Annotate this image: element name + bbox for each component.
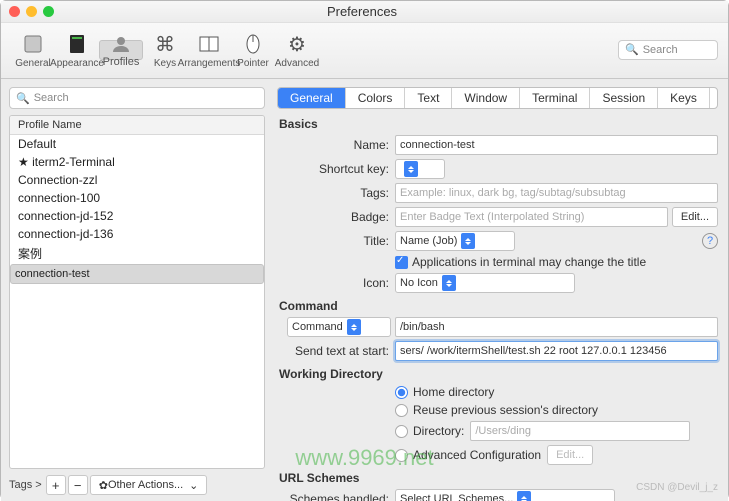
- basics-heading: Basics: [279, 117, 718, 131]
- profile-search[interactable]: 🔍Search: [9, 87, 265, 109]
- toolbar-search[interactable]: 🔍Search: [618, 40, 718, 60]
- minimize-icon[interactable]: [26, 6, 37, 17]
- toolbar-general[interactable]: General: [11, 25, 55, 75]
- wd-advanced-label: Advanced Configuration: [413, 448, 541, 462]
- icon-label: Icon:: [277, 276, 395, 290]
- chevron-updown-icon: [442, 275, 456, 291]
- badge-input[interactable]: Enter Badge Text (Interpolated String): [395, 207, 668, 227]
- tags-input[interactable]: Example: linux, dark bg, tag/subtag/subs…: [395, 183, 718, 203]
- wd-reuse-label: Reuse previous session's directory: [413, 403, 598, 417]
- window-title: Preferences: [54, 4, 670, 19]
- appearance-icon: [63, 30, 91, 58]
- other-actions-button[interactable]: ✿ Other Actions...⌄: [90, 475, 208, 495]
- add-profile-button[interactable]: +: [46, 475, 66, 495]
- keys-icon: ⌘: [151, 30, 179, 58]
- window-controls[interactable]: [9, 6, 54, 17]
- profile-row[interactable]: connection-100: [10, 189, 264, 207]
- toolbar-advanced[interactable]: ⚙Advanced: [275, 25, 319, 75]
- command-heading: Command: [279, 299, 718, 313]
- schemes-select[interactable]: Select URL Schemes...: [395, 489, 615, 501]
- titlebar: Preferences: [1, 1, 728, 23]
- toolbar-profiles[interactable]: Profiles: [99, 40, 143, 60]
- gear-icon: ⚙: [283, 30, 311, 58]
- tab-terminal[interactable]: Terminal: [520, 88, 590, 108]
- toolbar: General Appearance Profiles ⌘Keys Arrang…: [1, 23, 728, 79]
- sidebar: 🔍Search Profile Name Default ★ iterm2-Te…: [1, 79, 273, 501]
- shortcut-label: Shortcut key:: [277, 162, 395, 176]
- wd-home-label: Home directory: [413, 385, 494, 399]
- profile-row[interactable]: 案例: [10, 243, 264, 264]
- pointer-icon: [239, 30, 267, 58]
- badge-edit-button[interactable]: Edit...: [672, 207, 718, 227]
- tab-general[interactable]: General: [278, 88, 346, 108]
- wd-home-radio[interactable]: [395, 386, 408, 399]
- apps-change-title-checkbox[interactable]: [395, 256, 408, 269]
- wd-reuse-radio[interactable]: [395, 404, 408, 417]
- tab-text[interactable]: Text: [405, 88, 452, 108]
- arrangements-icon: [195, 30, 223, 58]
- icon-select[interactable]: No Icon: [395, 273, 575, 293]
- profile-list-header: Profile Name: [10, 116, 264, 135]
- tab-colors[interactable]: Colors: [346, 88, 406, 108]
- badge-label: Badge:: [277, 210, 395, 224]
- tab-keys[interactable]: Keys: [658, 88, 710, 108]
- profile-row[interactable]: ★ iterm2-Terminal: [10, 153, 264, 171]
- wd-heading: Working Directory: [279, 367, 718, 381]
- toolbar-appearance[interactable]: Appearance: [55, 25, 99, 75]
- general-icon: [19, 30, 47, 58]
- shortcut-select[interactable]: [395, 159, 445, 179]
- profile-row[interactable]: connection-jd-136: [10, 225, 264, 243]
- apps-change-title-label: Applications in terminal may change the …: [412, 255, 646, 269]
- wd-directory-radio[interactable]: [395, 425, 408, 438]
- close-icon[interactable]: [9, 6, 20, 17]
- name-input[interactable]: connection-test: [395, 135, 718, 155]
- send-text-input[interactable]: sers/ /work/itermShell/test.sh 22 root 1…: [395, 341, 718, 361]
- chevron-updown-icon: [404, 161, 418, 177]
- tab-advanced[interactable]: Advanced: [710, 88, 718, 108]
- profile-row[interactable]: Connection-zzl: [10, 171, 264, 189]
- tags-label: Tags:: [277, 186, 395, 200]
- chevron-down-icon: ⌄: [189, 479, 198, 492]
- command-type-select[interactable]: Command: [287, 317, 391, 337]
- toolbar-pointer[interactable]: Pointer: [231, 25, 275, 75]
- toolbar-arrangements[interactable]: Arrangements: [187, 25, 231, 75]
- profile-list-body[interactable]: Default ★ iterm2-Terminal Connection-zzl…: [10, 135, 264, 468]
- detail-panel: General Colors Text Window Terminal Sess…: [273, 79, 728, 501]
- title-label: Title:: [277, 234, 395, 248]
- wd-advanced-radio[interactable]: [395, 449, 408, 462]
- command-input[interactable]: /bin/bash: [395, 317, 718, 337]
- zoom-icon[interactable]: [43, 6, 54, 17]
- profile-row[interactable]: connection-test: [10, 264, 264, 284]
- wd-directory-input[interactable]: /Users/ding: [470, 421, 690, 441]
- search-icon: 🔍: [16, 92, 30, 105]
- chevron-updown-icon: [461, 233, 475, 249]
- search-icon: 🔍: [625, 43, 639, 56]
- profile-footer: Tags > + − ✿ Other Actions...⌄: [9, 475, 265, 495]
- remove-profile-button[interactable]: −: [68, 475, 88, 495]
- detail-tabs: General Colors Text Window Terminal Sess…: [277, 87, 718, 109]
- send-text-label: Send text at start:: [277, 344, 395, 358]
- credit: CSDN @Devil_j_z: [636, 482, 718, 493]
- profile-row[interactable]: connection-jd-152: [10, 207, 264, 225]
- tab-session[interactable]: Session: [590, 88, 658, 108]
- help-icon[interactable]: ?: [702, 233, 718, 249]
- chevron-updown-icon: [347, 319, 361, 335]
- name-label: Name:: [277, 138, 395, 152]
- tags-toggle[interactable]: Tags >: [9, 479, 42, 491]
- profiles-icon: [107, 32, 135, 56]
- gear-icon: ✿: [99, 479, 108, 492]
- wd-edit-button[interactable]: Edit...: [547, 445, 593, 465]
- profile-row[interactable]: Default: [10, 135, 264, 153]
- profile-list: Profile Name Default ★ iterm2-Terminal C…: [9, 115, 265, 469]
- title-select[interactable]: Name (Job): [395, 231, 515, 251]
- wd-directory-label: Directory:: [413, 424, 464, 438]
- tab-window[interactable]: Window: [452, 88, 520, 108]
